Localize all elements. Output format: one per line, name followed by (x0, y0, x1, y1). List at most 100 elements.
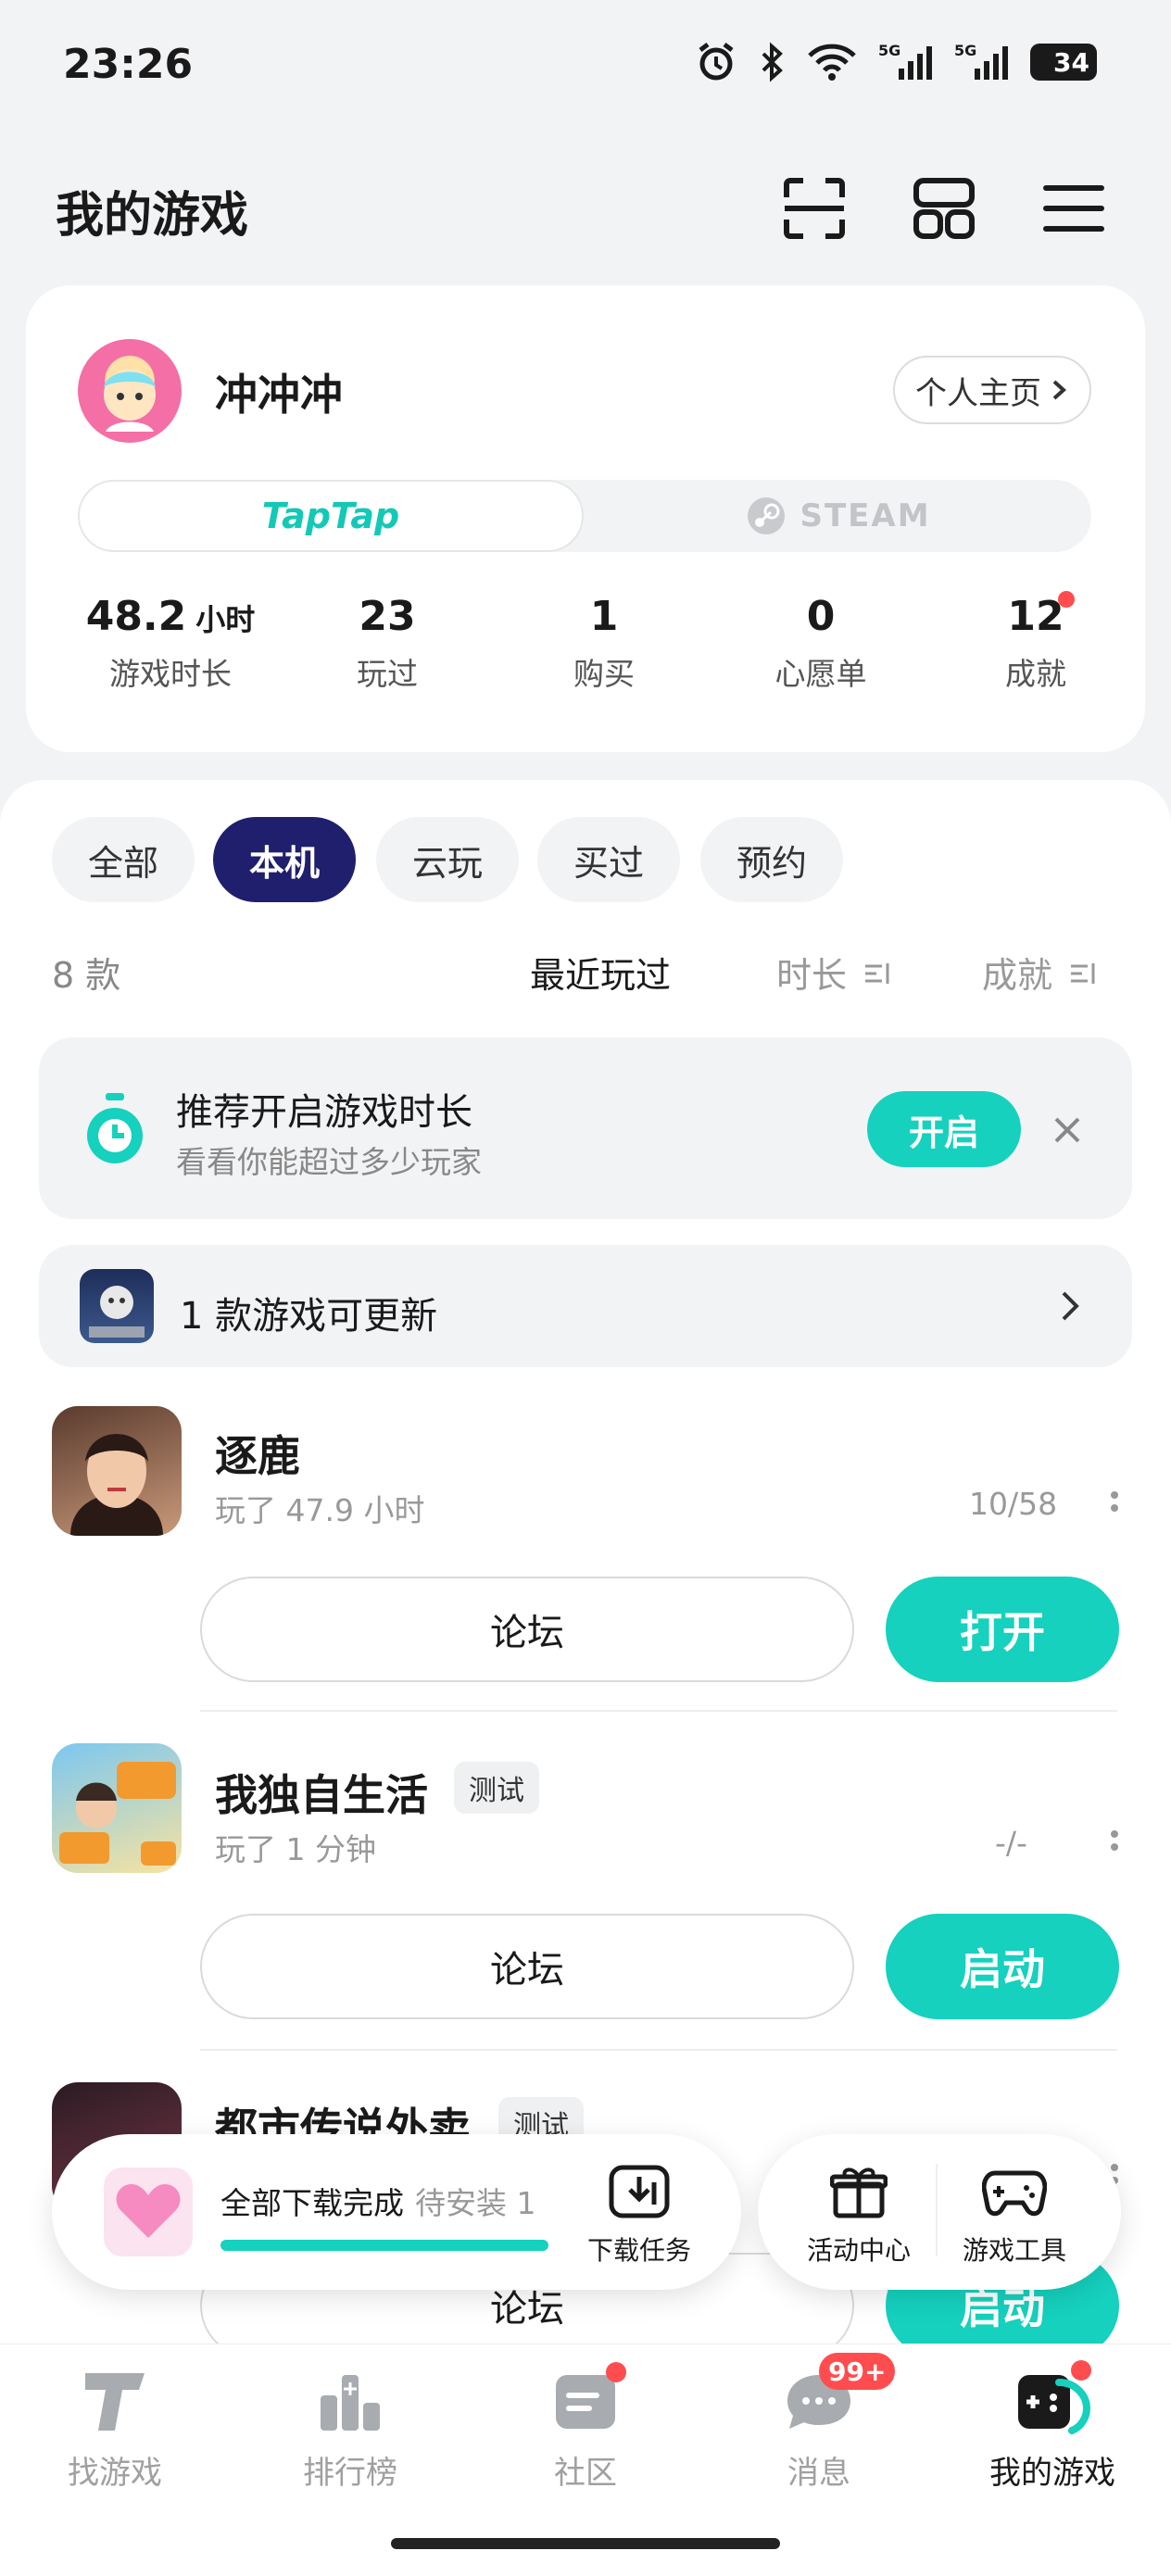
download-task-icon[interactable] (608, 2164, 671, 2219)
tab-find-games[interactable]: 找游戏 (22, 2368, 208, 2493)
game-name-zhulu: 逐鹿 (215, 1431, 300, 1481)
sort-achievement[interactable]: 成就 (982, 947, 1097, 998)
svg-text:5G: 5G (878, 42, 900, 59)
stat-purchased[interactable]: 1 购买 (511, 593, 697, 694)
menu-icon (1043, 185, 1104, 232)
scan-icon (784, 178, 845, 239)
stat-played-label: 玩过 (357, 656, 418, 692)
sort-icon (865, 963, 889, 984)
game-icon-zhulu[interactable] (52, 1406, 182, 1536)
bluetooth-icon (762, 42, 783, 82)
tab-messages-label: 消息 (787, 2455, 850, 2492)
steam-icon (748, 497, 786, 534)
recommend-subtitle: 看看你能超过多少玩家 (176, 1144, 482, 1180)
game-character-icon (89, 1286, 145, 1338)
status-time: 23:26 (63, 41, 194, 88)
stat-purchased-label: 购买 (573, 656, 635, 692)
pending-install-label: 待安装 1 (415, 2185, 536, 2221)
download-game-thumbnail (104, 2168, 193, 2256)
enable-playtime-button[interactable]: 开启 (867, 1091, 1021, 1167)
forum-button-wodu[interactable]: 论坛 (200, 1914, 854, 2019)
sort-icon (1071, 963, 1095, 984)
game-tools-label[interactable]: 游戏工具 (954, 2230, 1075, 2268)
sort-duration[interactable]: 时长 (776, 947, 891, 998)
my-games-red-dot (1071, 2360, 1091, 2381)
quick-tools-divider (936, 2164, 938, 2256)
stat-played[interactable]: 23 玩过 (295, 593, 480, 694)
stat-purchased-value: 1 (589, 593, 619, 640)
recommend-title: 推荐开启游戏时长 (176, 1091, 472, 1134)
segment-steam[interactable]: STEAM (593, 480, 1084, 552)
page-title: 我的游戏 (56, 188, 249, 244)
community-red-dot (606, 2362, 626, 2382)
download-status-text: 全部下载完成 待安装 1 (220, 2179, 536, 2223)
sort-achievement-label: 成就 (982, 955, 1053, 996)
forum-button-zhulu[interactable]: 论坛 (200, 1577, 854, 1682)
taptap-logo-icon (85, 2373, 145, 2431)
chip-local[interactable]: 本机 (213, 817, 356, 902)
download-progress-bar (220, 2240, 548, 2251)
status-bar: 23:26 5G 5G 34 (0, 0, 1171, 139)
open-button-zhulu[interactable]: 打开 (886, 1577, 1119, 1682)
chip-cloud[interactable]: 云玩 (376, 817, 519, 902)
stat-playtime-label: 游戏时长 (109, 656, 232, 692)
chevron-right-icon (1052, 380, 1066, 400)
tab-my-games-label: 我的游戏 (989, 2455, 1115, 2492)
game-played-zhulu: 玩了 47.9 小时 (215, 1492, 425, 1528)
stat-achievements[interactable]: 12 成就 (943, 593, 1128, 694)
scan-button[interactable] (773, 167, 856, 250)
heart-icon (116, 2184, 181, 2238)
gift-icon[interactable] (830, 2164, 888, 2219)
stat-achievements-value: 12 (1007, 593, 1064, 640)
tab-my-games[interactable]: 我的游戏 (960, 2368, 1145, 2493)
tab-community[interactable]: 社区 (493, 2368, 678, 2493)
signal-5g-icon-2: 5G (954, 42, 1008, 80)
profile-home-button[interactable]: 个人主页 (893, 356, 1091, 424)
battery-indicator: 34 (1030, 44, 1097, 81)
user-name: 冲冲冲 (215, 370, 343, 420)
chip-reserved[interactable]: 预约 (700, 817, 843, 902)
message-count-badge: 99+ (819, 2353, 896, 2390)
divider (200, 2049, 1117, 2051)
game-played-wodu: 玩了 1 分钟 (215, 1831, 376, 1867)
download-complete-label: 全部下载完成 (220, 2185, 404, 2221)
stat-wishlist-label: 心愿单 (774, 656, 867, 692)
divider (200, 1710, 1117, 1712)
tab-rankings[interactable]: 排行榜 (258, 2368, 443, 2493)
test-badge: 测试 (454, 1762, 539, 1814)
update-game-thumbnail (80, 1269, 154, 1343)
launch-button-wodu[interactable]: 启动 (886, 1914, 1119, 2019)
profile-home-label: 个人主页 (915, 374, 1041, 412)
segment-taptap[interactable]: TapTap (78, 480, 584, 552)
sort-recent[interactable]: 最近玩过 (530, 947, 671, 998)
layout-button[interactable] (902, 167, 986, 250)
download-task-label[interactable]: 下载任务 (582, 2230, 697, 2268)
stat-wishlist[interactable]: 0 心愿单 (728, 593, 913, 694)
svg-text:5G: 5G (954, 42, 976, 59)
more-options-icon[interactable] (1110, 1486, 1119, 1517)
game-character-icon (59, 1762, 176, 1866)
game-progress-zhulu: 10/58 (969, 1486, 1058, 1522)
stopwatch-icon (87, 1093, 143, 1163)
stat-playtime-unit: 小时 (195, 602, 256, 637)
game-icon-wodu[interactable] (52, 1743, 182, 1873)
game-count: 8 款 (52, 955, 121, 996)
chip-all[interactable]: 全部 (52, 817, 195, 902)
alarm-icon (699, 43, 734, 81)
event-center-label[interactable]: 活动中心 (799, 2230, 919, 2268)
game-portrait-icon (70, 1434, 163, 1536)
grid-icon (913, 178, 975, 239)
stat-playtime[interactable]: 48.2 小时 游戏时长 (78, 593, 263, 694)
menu-button[interactable] (1032, 167, 1115, 250)
home-indicator (391, 2538, 780, 2549)
close-icon[interactable] (1049, 1112, 1086, 1149)
more-options-icon[interactable] (1110, 1825, 1119, 1856)
signal-5g-icon: 5G (878, 42, 932, 80)
ranking-icon (321, 2375, 380, 2431)
chip-bought[interactable]: 买过 (537, 817, 680, 902)
avatar[interactable] (78, 339, 182, 443)
sort-duration-label: 时长 (776, 955, 848, 996)
gamepad-icon[interactable] (982, 2164, 1047, 2219)
game-name-wodu: 我独自生活 (215, 1770, 428, 1820)
tab-community-label: 社区 (554, 2455, 617, 2492)
